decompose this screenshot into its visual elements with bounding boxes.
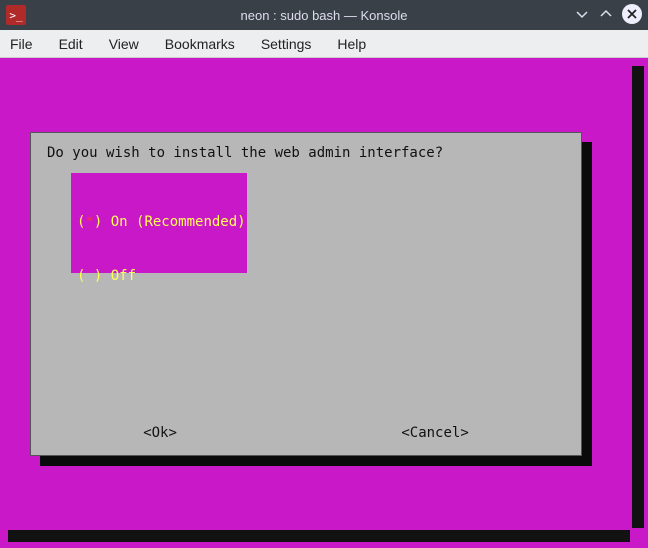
option-off-label: Off bbox=[111, 268, 136, 284]
terminal-area[interactable]: Do you wish to install the web admin int… bbox=[0, 58, 648, 548]
menu-bookmarks[interactable]: Bookmarks bbox=[165, 36, 235, 52]
option-on-label: On (Recommended) bbox=[111, 214, 246, 230]
dialog-buttons: <Ok> <Cancel> bbox=[31, 425, 581, 441]
dialog-prompt: Do you wish to install the web admin int… bbox=[47, 145, 443, 161]
menu-view[interactable]: View bbox=[109, 36, 139, 52]
menu-settings[interactable]: Settings bbox=[261, 36, 312, 52]
window-title: neon : sudo bash — Konsole bbox=[0, 8, 648, 23]
scrollbar-vertical[interactable] bbox=[632, 66, 644, 528]
scrollbar-horizontal[interactable] bbox=[8, 530, 630, 542]
option-on[interactable]: (*) On (Recommended) bbox=[77, 213, 241, 231]
menu-file[interactable]: File bbox=[10, 36, 33, 52]
dialog-options: (*) On (Recommended) ( ) Off bbox=[71, 173, 247, 273]
menu-edit[interactable]: Edit bbox=[59, 36, 83, 52]
titlebar: >_ neon : sudo bash — Konsole bbox=[0, 0, 648, 30]
cancel-button[interactable]: <Cancel> bbox=[401, 425, 468, 441]
whiptail-dialog: Do you wish to install the web admin int… bbox=[30, 132, 582, 456]
ok-button[interactable]: <Ok> bbox=[143, 425, 177, 441]
maximize-icon[interactable] bbox=[598, 6, 614, 22]
option-off[interactable]: ( ) Off bbox=[77, 267, 241, 285]
menubar: File Edit View Bookmarks Settings Help bbox=[0, 30, 648, 58]
menu-help[interactable]: Help bbox=[337, 36, 366, 52]
close-icon[interactable] bbox=[622, 4, 642, 24]
window-controls bbox=[574, 4, 642, 24]
terminal-app-icon: >_ bbox=[6, 5, 26, 25]
minimize-icon[interactable] bbox=[574, 6, 590, 22]
